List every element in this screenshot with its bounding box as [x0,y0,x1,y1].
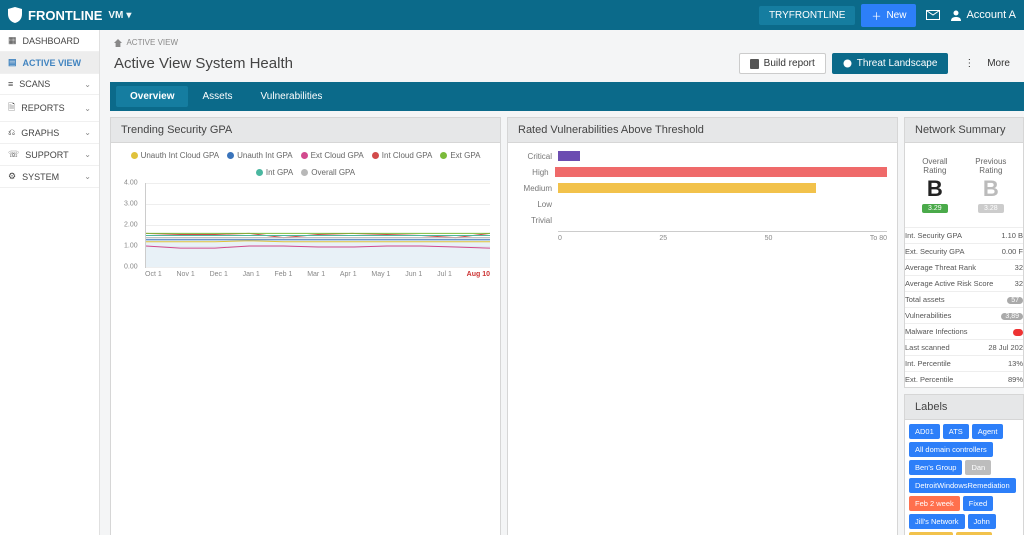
plus-icon: ＋ [871,8,881,23]
shield-icon [8,7,22,23]
globe-icon [843,59,852,68]
gear-icon: ⚙ [8,171,16,182]
chevron-down-icon: ⌄ [84,172,91,181]
legend-item: Unauth Int Cloud GPA [131,151,220,160]
brand-name: FRONTLINE [28,8,102,23]
label-chip[interactable]: Dan [965,460,991,475]
rated-row: Medium [518,183,887,193]
sidebar-item-dashboard[interactable]: ▦ DASHBOARD [0,30,99,52]
stat-row: Average Threat Rank32 [905,259,1023,275]
graph-icon: ⎌ [8,127,15,138]
title-bar: Active View System Health Build report T… [110,51,1024,82]
sidebar-item-label: SCANS [19,79,50,89]
doc-icon [750,59,759,69]
main-content: ACTIVE VIEW Active View System Health Bu… [100,30,1024,535]
chevron-down-icon: ⌄ [84,104,91,113]
more-button[interactable]: ⋮ More [954,54,1020,73]
label-chip[interactable]: Feb 2 week [909,496,960,511]
breadcrumb: ACTIVE VIEW [110,30,1024,51]
tab-assets[interactable]: Assets [188,86,246,107]
chevron-down-icon: ⌄ [84,150,91,159]
page-title: Active View System Health [114,55,293,72]
legend-item: Ext GPA [440,151,480,160]
stat-row: Int. Percentile13% [905,355,1023,371]
stat-row: Ext. Percentile89% [905,371,1023,387]
previous-rating: B [969,178,1013,200]
label-chip[interactable]: Ben's Group [909,460,962,475]
chevron-down-icon: ⌄ [84,80,91,89]
card-title: Network Summary [915,124,1005,136]
label-chip[interactable]: Fixed [963,496,993,511]
legend-item: Overall GPA [301,168,355,177]
label-chip[interactable]: Agent [972,424,1004,439]
chevron-down-icon: ⌄ [84,128,91,137]
stat-row: Malware Infections [905,323,1023,339]
rated-row: High [518,167,887,177]
sidebar-item-active-view[interactable]: ▤ ACTIVE VIEW [0,52,99,74]
legend-item: Int GPA [256,168,293,177]
stat-row: Total assets57 [905,291,1023,307]
more-icon: ⋮ [964,58,974,69]
rated-vuln-card: Rated Vulnerabilities Above Threshold Cr… [507,117,898,535]
sidebar-item-graphs[interactable]: ⎌ GRAPHS ⌄ [0,122,99,144]
sidebar-item-label: SUPPORT [25,150,68,160]
tab-overview[interactable]: Overview [116,86,188,107]
user-icon [950,9,962,21]
card-title: Rated Vulnerabilities Above Threshold [518,124,704,136]
legend-item: Unauth Int GPA [227,151,292,160]
previous-label: Previous Rating [969,157,1013,175]
stat-row: Vulnerabilities3,89 [905,307,1023,323]
sidebar-item-reports[interactable]: 🗎 REPORTS ⌄ [0,95,99,122]
label-chip[interactable]: John [968,514,996,529]
card-title: Labels [915,401,947,413]
sidebar-item-scans[interactable]: ≡ SCANS ⌄ [0,74,99,95]
legend-item: Ext Cloud GPA [301,151,364,160]
tabs: OverviewAssetsVulnerabilities [110,82,1024,111]
mail-icon[interactable] [926,10,940,20]
top-bar: FRONTLINE VM ▾ TRYFRONTLINE ＋New Account… [0,0,1024,30]
trending-gpa-card: Trending Security GPA Unauth Int Cloud G… [110,117,501,535]
overall-rating: B [915,178,955,200]
threat-landscape-button[interactable]: Threat Landscape [832,53,949,74]
list-icon: ≡ [8,79,13,89]
home-icon [114,39,122,47]
label-chip[interactable]: AD01 [909,424,940,439]
sidebar-item-label: ACTIVE VIEW [23,58,82,68]
doc-icon: 🗎 [8,100,15,116]
try-button[interactable]: TRYFRONTLINE [759,6,856,25]
stat-row: Int. Security GPA1.10 B [905,227,1023,243]
legend-item: Int Cloud GPA [372,151,433,160]
overall-label: Overall Rating [915,157,955,175]
rated-row: Trivial [518,215,887,225]
sidebar-item-label: SYSTEM [22,172,59,182]
chevron-down-icon: ▾ [126,10,131,21]
stat-row: Last scanned28 Jul 202 [905,339,1023,355]
label-chip[interactable]: All domain controllers [909,442,993,457]
build-report-button[interactable]: Build report [739,53,826,74]
new-button[interactable]: ＋New [861,4,916,27]
label-chip[interactable]: DetroitWindowsRemediation [909,478,1016,493]
stat-row: Ext. Security GPA0.00 F [905,243,1023,259]
stat-row: Average Active Risk Score32 [905,275,1023,291]
sidebar-item-system[interactable]: ⚙ SYSTEM ⌄ [0,166,99,188]
account-menu[interactable]: Account A [950,9,1016,21]
labels-card: Labels AD01ATSAgent All domain controller… [904,394,1024,535]
product-switcher[interactable]: VM ▾ [108,10,131,21]
layers-icon: ▤ [8,57,17,68]
network-summary-card: Network Summary Overall RatingB3.29 Prev… [904,117,1024,388]
card-title: Trending Security GPA [121,124,232,136]
sidebar: ▦ DASHBOARD ▤ ACTIVE VIEW ≡ SCANS ⌄ 🗎 RE… [0,30,100,535]
brand: FRONTLINE VM ▾ [8,7,131,23]
tab-vulnerabilities[interactable]: Vulnerabilities [247,86,337,107]
rated-row: Low [518,199,887,209]
label-chip[interactable]: Jill's Network [909,514,965,529]
rated-row: Critical [518,151,887,161]
support-icon: ☏ [8,149,19,160]
label-chip[interactable]: ATS [943,424,969,439]
sidebar-item-label: REPORTS [21,103,64,113]
sidebar-item-label: DASHBOARD [23,36,80,46]
sidebar-item-support[interactable]: ☏ SUPPORT ⌄ [0,144,99,166]
grid-icon: ▦ [8,35,17,46]
sidebar-item-label: GRAPHS [21,128,59,138]
